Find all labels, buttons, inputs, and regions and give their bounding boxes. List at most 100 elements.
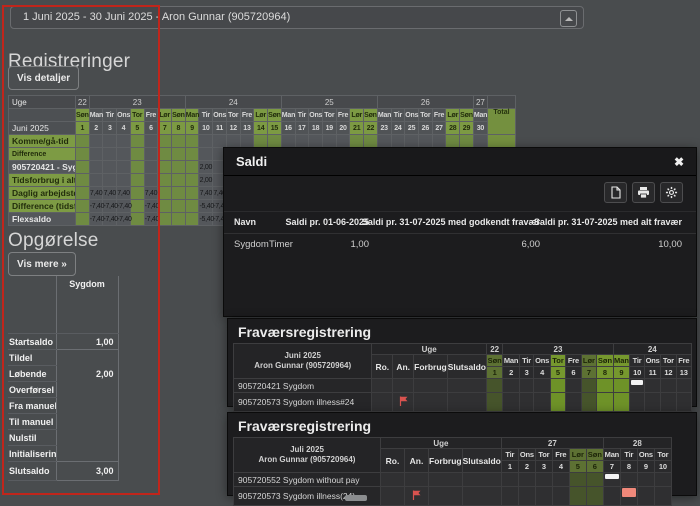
frav-day-cell[interactable] bbox=[597, 379, 613, 393]
frav-day-cell[interactable] bbox=[503, 379, 519, 393]
settings-button[interactable] bbox=[660, 182, 683, 203]
flag-icon bbox=[412, 490, 421, 500]
frav-day-cell[interactable] bbox=[644, 393, 660, 412]
opg-row-label: Til manuel bbox=[8, 414, 56, 430]
vis-detaljer-button[interactable]: Vis detaljer bbox=[8, 66, 79, 90]
frav-day-cell[interactable] bbox=[676, 393, 691, 412]
frav-day-cell[interactable] bbox=[566, 379, 581, 393]
daynumber-header: 8 bbox=[172, 122, 186, 135]
day-cell bbox=[158, 148, 172, 161]
dayname-spacer bbox=[9, 109, 76, 122]
frav-day-cell[interactable] bbox=[661, 393, 676, 412]
frav-day-cell[interactable] bbox=[501, 487, 518, 506]
day-cell bbox=[117, 148, 131, 161]
frav-day-cell[interactable] bbox=[654, 473, 671, 487]
frav-day-cell[interactable] bbox=[518, 473, 535, 487]
frav-day-cell[interactable] bbox=[661, 379, 676, 393]
frav-day-cell[interactable] bbox=[603, 473, 620, 487]
frav-day-cell[interactable] bbox=[569, 473, 586, 487]
frav-day-cell[interactable] bbox=[550, 393, 566, 412]
frav-day-cell[interactable] bbox=[630, 379, 645, 393]
frav-stat-cell bbox=[447, 379, 486, 393]
total-cell bbox=[488, 135, 516, 148]
frav-day-cell[interactable] bbox=[566, 393, 581, 412]
frav-day-cell[interactable] bbox=[613, 379, 630, 393]
frav-absence-row: 905720421 Sygdom bbox=[234, 379, 692, 393]
frav-day-cell[interactable] bbox=[597, 393, 613, 412]
frav-day-cell[interactable] bbox=[620, 487, 637, 506]
day-cell bbox=[130, 161, 144, 174]
fravaer-panel-juli: Fraværsregistrering Juli 2025Aron Gunnar… bbox=[227, 412, 697, 496]
frav-dayname-header: Fre bbox=[552, 449, 569, 461]
frav-day-cell[interactable] bbox=[581, 393, 597, 412]
opg-row-value bbox=[56, 382, 118, 398]
frav-day-cell[interactable] bbox=[486, 379, 502, 393]
frav-dayname-header: Ons bbox=[637, 449, 654, 461]
registration-bar[interactable] bbox=[605, 474, 619, 479]
frav-day-cell[interactable] bbox=[519, 379, 534, 393]
vis-mere-button[interactable]: Vis mere » bbox=[8, 252, 76, 276]
opg-row-value bbox=[56, 350, 118, 366]
frav-day-cell[interactable] bbox=[518, 487, 535, 506]
fravaer2-title: Fraværsregistrering bbox=[228, 413, 696, 437]
day-cell bbox=[199, 135, 213, 148]
daynumber-header: 10 bbox=[199, 122, 213, 135]
registration-bar[interactable] bbox=[622, 488, 636, 497]
frav-day-cell[interactable] bbox=[535, 487, 552, 506]
frav-day-cell[interactable] bbox=[519, 393, 534, 412]
frav-day-cell[interactable] bbox=[654, 487, 671, 506]
frav-stat-cell bbox=[405, 473, 429, 487]
frav-day-cell[interactable] bbox=[603, 487, 620, 506]
dayname-header: Lør bbox=[254, 109, 268, 122]
frav-day-cell[interactable] bbox=[613, 393, 630, 412]
saldi-title-bar: Saldi ✖ bbox=[224, 148, 696, 176]
dayname-header: Tor bbox=[418, 109, 432, 122]
frav-day-cell[interactable] bbox=[637, 473, 654, 487]
daynumber-header: 30 bbox=[473, 122, 487, 135]
day-cell bbox=[103, 135, 117, 148]
frav-stat-cell bbox=[414, 379, 448, 393]
frav-day-cell[interactable] bbox=[552, 473, 569, 487]
frav-day-cell[interactable] bbox=[581, 379, 597, 393]
frav-day-cell[interactable] bbox=[501, 473, 518, 487]
frav-day-cell[interactable] bbox=[637, 487, 654, 506]
frav-daynumber-header: 10 bbox=[630, 367, 645, 379]
frav-day-cell[interactable] bbox=[586, 487, 603, 506]
print-button[interactable] bbox=[632, 182, 655, 203]
frav-day-cell[interactable] bbox=[534, 379, 550, 393]
period-selector[interactable]: 1 Juni 2025 - 30 Juni 2025 - Aron Gunnar… bbox=[10, 6, 584, 29]
day-cell bbox=[309, 135, 323, 148]
fravaer2-table: Juli 2025Aron Gunnar (905720964)Uge2728R… bbox=[233, 437, 672, 506]
week-number: 23 bbox=[89, 96, 185, 109]
dayname-header: Tir bbox=[199, 109, 213, 122]
day-cell: 2,00 bbox=[199, 161, 213, 174]
collapse-button[interactable] bbox=[560, 10, 577, 27]
frav-day-cell[interactable] bbox=[586, 473, 603, 487]
frav-day-cell[interactable] bbox=[486, 393, 502, 412]
day-cell bbox=[130, 200, 144, 213]
week-number: 25 bbox=[281, 96, 377, 109]
day-cell bbox=[144, 161, 158, 174]
frav-day-cell[interactable] bbox=[620, 473, 637, 487]
registration-bar[interactable] bbox=[631, 380, 643, 385]
frav-day-cell[interactable] bbox=[503, 393, 519, 412]
frav-day-cell[interactable] bbox=[630, 393, 645, 412]
frav-absence-row: 905720573 Sygdom illness#24 bbox=[234, 393, 692, 412]
pdf-export-button[interactable] bbox=[604, 182, 627, 203]
dayname-header: Fre bbox=[336, 109, 350, 122]
frav-absence-label: 905720421 Sygdom bbox=[234, 379, 372, 393]
frav-day-cell[interactable] bbox=[535, 473, 552, 487]
frav-day-cell[interactable] bbox=[569, 487, 586, 506]
frav-day-cell[interactable] bbox=[534, 393, 550, 412]
horizontal-scrollbar-thumb[interactable] bbox=[345, 495, 367, 501]
flag-icon bbox=[399, 396, 408, 406]
frav-dayname-header: Tor bbox=[550, 355, 566, 367]
printer-icon bbox=[637, 186, 650, 199]
frav-day-cell[interactable] bbox=[644, 379, 660, 393]
frav-day-cell[interactable] bbox=[552, 487, 569, 506]
close-icon[interactable]: ✖ bbox=[674, 155, 684, 169]
frav-daynumber-header: 6 bbox=[586, 461, 603, 473]
frav-day-cell[interactable] bbox=[676, 379, 691, 393]
frav-day-cell[interactable] bbox=[550, 379, 566, 393]
daynumber-header: 9 bbox=[185, 122, 199, 135]
